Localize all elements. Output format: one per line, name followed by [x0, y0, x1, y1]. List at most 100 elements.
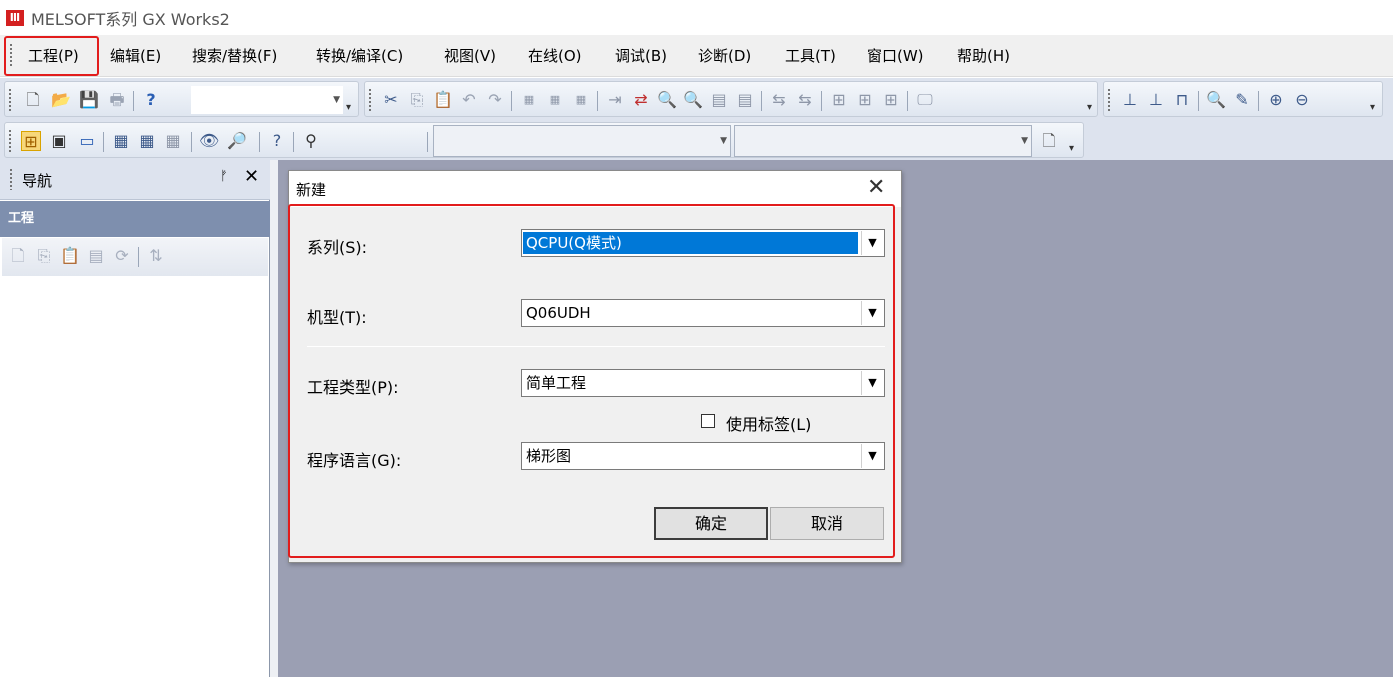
project-tree-icon[interactable]: ⊞ — [21, 131, 41, 151]
undo-icon[interactable]: ↶ — [459, 90, 479, 110]
properties-icon[interactable]: ▤ — [86, 246, 106, 266]
find-instruction-icon[interactable]: ▤ — [709, 90, 729, 110]
navigation-header: 导航 ᚠ ✕ — [0, 160, 270, 200]
sort-icon[interactable]: ⇅ — [146, 246, 166, 266]
menu-find-replace[interactable]: 搜索/替换(F) — [192, 45, 277, 67]
view-toolbar: ⊞ ▣ ▭ ▦ ▦ ▦ 👁 🔎 ? ⚲ ▼ ▼ 🗋 ▾ — [4, 122, 1084, 158]
print-icon[interactable]: 🖶 — [107, 90, 127, 110]
toolbar-grip[interactable] — [9, 88, 11, 112]
close-icon[interactable]: ✕ — [867, 175, 885, 201]
transfer-icon[interactable]: ⇄ — [631, 90, 651, 110]
menu-help[interactable]: 帮助(H) — [957, 45, 1010, 67]
open-folder-icon[interactable]: 📂 — [51, 90, 71, 110]
toolbar-overflow-icon[interactable]: ▾ — [1370, 102, 1375, 113]
pin-icon[interactable]: ᚠ — [220, 169, 228, 184]
toolbar-overflow-icon[interactable]: ▾ — [1087, 102, 1092, 113]
toolbar-separator — [761, 91, 762, 111]
close-icon[interactable]: ✕ — [244, 167, 259, 187]
chevron-down-icon: ▼ — [720, 136, 727, 146]
refresh-icon[interactable]: ⟳ — [112, 246, 132, 266]
menu-window[interactable]: 窗口(W) — [867, 45, 924, 67]
toolbar-combo[interactable]: ▼ — [191, 86, 343, 114]
title-bar: Ⅲ MELSOFT系列 GX Works2 — [0, 0, 1393, 35]
copy-data-icon[interactable]: ⎘ — [34, 246, 54, 266]
edit-toolbar: ✂ ⎘ 📋 ↶ ↷ ▦ ▦ ▦ ⇥ ⇄ 🔍 🔍 ▤ ▤ ⇆ ⇆ ⊞ ⊞ ⊞ 🖵 … — [364, 81, 1098, 117]
ladder-coil-icon[interactable]: ⊓ — [1172, 90, 1192, 110]
jump-icon[interactable]: ⇥ — [605, 90, 625, 110]
new-file-icon[interactable]: 🗋 — [23, 90, 43, 110]
find-device-icon[interactable]: 🔍 — [657, 90, 677, 110]
toolbar-separator — [597, 91, 598, 111]
menu-diagnostics[interactable]: 诊断(D) — [698, 45, 751, 67]
device-usage-icon[interactable]: ⊞ — [855, 90, 875, 110]
menu-debug[interactable]: 调试(B) — [615, 45, 667, 67]
paste-icon[interactable]: 📋 — [433, 90, 453, 110]
save-icon[interactable]: 💾 — [79, 90, 99, 110]
replace-device-icon[interactable]: ⇆ — [769, 90, 789, 110]
help-icon[interactable]: ? — [141, 90, 161, 110]
redo-icon[interactable]: ↷ — [485, 90, 505, 110]
toolbar-separator — [191, 132, 192, 152]
toolbar-separator — [1198, 91, 1199, 111]
app-logo-icon: Ⅲ — [6, 9, 24, 26]
find-string-icon[interactable]: ▤ — [735, 90, 755, 110]
copy-icon[interactable]: ⎘ — [407, 90, 427, 110]
replace-instruction-icon[interactable]: ⇆ — [795, 90, 815, 110]
app-title: MELSOFT系列 GX Works2 — [31, 9, 230, 29]
find-contact-icon[interactable]: 🔍 — [683, 90, 703, 110]
monitor-icon[interactable]: 🖵 — [915, 90, 935, 110]
chevron-down-icon: ▼ — [333, 95, 340, 105]
search-target-combo[interactable]: ▼ — [433, 125, 731, 157]
toolbar-separator — [427, 132, 428, 152]
navigation-toolbar: 🗋 ⎘ 📋 ▤ ⟳ ⇅ — [2, 238, 268, 276]
toolbar-separator — [907, 91, 908, 111]
pane-grip[interactable] — [10, 168, 12, 190]
menu-convert-compile[interactable]: 转换/编译(C) — [316, 45, 403, 67]
ladder-zoom-out-icon[interactable]: ⊖ — [1292, 90, 1312, 110]
toolbar-overflow-icon[interactable]: ▾ — [1069, 143, 1074, 154]
watch-icon[interactable]: 👁 — [199, 131, 219, 151]
menu-tools[interactable]: 工具(T) — [785, 45, 836, 67]
menu-edit[interactable]: 编辑(E) — [110, 45, 161, 67]
ladder-search-icon[interactable]: 🔍 — [1206, 90, 1226, 110]
ladder-zoom-in-icon[interactable]: ⊕ — [1266, 90, 1286, 110]
menu-online[interactable]: 在线(O) — [528, 45, 582, 67]
list-used-icon[interactable]: ⊞ — [881, 90, 901, 110]
device-comment-icon[interactable]: ▦ — [571, 90, 591, 110]
device-memory-icon[interactable]: ▦ — [111, 131, 131, 151]
search-device-icon[interactable]: 🔎 — [227, 131, 247, 151]
dialog-title-bar[interactable]: 新建 ✕ — [289, 171, 901, 207]
toolbar-row-1: 🗋 📂 💾 🖶 ? ▼ ▾ ✂ ⎘ 📋 ↶ ↷ ▦ ▦ ▦ ⇥ ⇄ 🔍 🔍 ▤ … — [0, 78, 1393, 120]
device-batch-icon[interactable]: ▦ — [519, 90, 539, 110]
window-icon[interactable]: ▭ — [77, 131, 97, 151]
paste-data-icon[interactable]: 📋 — [60, 246, 80, 266]
menu-bar: 工程(P) 编辑(E) 搜索/替换(F) 转换/编译(C) 视图(V) 在线(O… — [0, 35, 1393, 77]
toolbar-grip[interactable] — [9, 129, 11, 153]
add-new-data-icon[interactable]: 🗋 — [8, 246, 28, 266]
help-search-icon[interactable]: ? — [267, 131, 287, 151]
search-text-combo[interactable]: ▼ — [734, 125, 1032, 157]
menu-view[interactable]: 视图(V) — [444, 45, 496, 67]
toolbar-grip[interactable] — [369, 88, 371, 112]
ladder-write-icon[interactable]: ✎ — [1232, 90, 1252, 110]
project-section-header[interactable]: 工程 — [0, 201, 270, 237]
device-register-icon[interactable]: ▦ — [137, 131, 157, 151]
ladder-contact-icon[interactable]: ⊥ — [1120, 90, 1140, 110]
device-init-icon[interactable]: ▦ — [163, 131, 183, 151]
dialog-title: 新建 — [296, 181, 327, 199]
cpu-module-icon[interactable]: ▣ — [49, 131, 69, 151]
pane-splitter[interactable] — [270, 160, 278, 677]
ladder-branch-icon[interactable]: ⊥ — [1146, 90, 1166, 110]
project-menu-highlight — [4, 36, 99, 76]
toolbar-overflow-icon[interactable]: ▾ — [346, 102, 351, 113]
find-next-icon[interactable]: 🗋 — [1039, 131, 1059, 151]
device-list-icon[interactable]: ▦ — [545, 90, 565, 110]
cut-icon[interactable]: ✂ — [381, 90, 401, 110]
cross-reference-icon[interactable]: ⊞ — [829, 90, 849, 110]
dialog-content-highlight — [288, 204, 895, 558]
binoculars-icon[interactable]: ⚲ — [301, 131, 321, 151]
toolbar-grip[interactable] — [1108, 88, 1110, 112]
standard-toolbar: 🗋 📂 💾 🖶 ? ▼ ▾ — [4, 81, 359, 117]
toolbar-separator — [511, 91, 512, 111]
toolbar-separator — [1258, 91, 1259, 111]
